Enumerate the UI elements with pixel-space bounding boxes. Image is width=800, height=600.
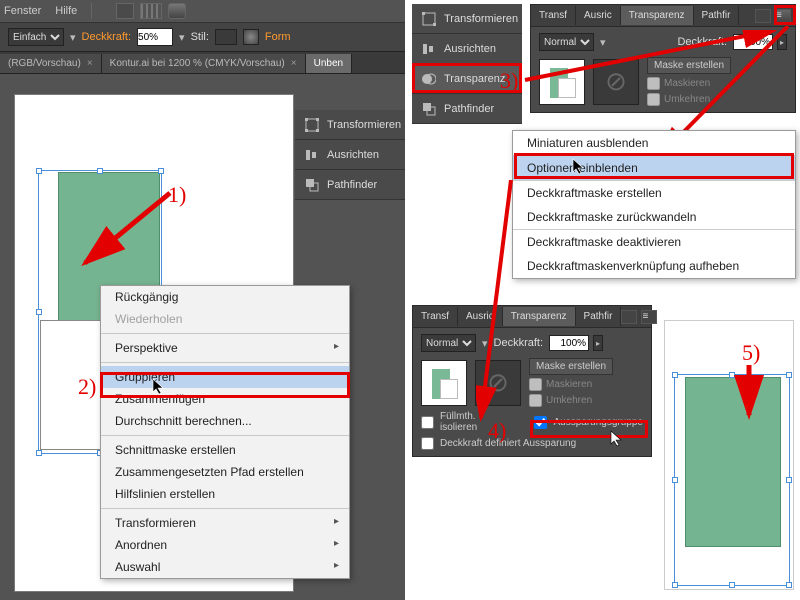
knockout-group-checkbox[interactable]: [534, 416, 547, 429]
panel-tab-align[interactable]: Ausrichten: [295, 140, 405, 170]
panel-tab-align-r[interactable]: Ausrichten: [412, 34, 522, 64]
tab-transf[interactable]: Transf: [413, 307, 458, 326]
flyout-release-mask[interactable]: Deckkraftmaske zurückwandeln: [513, 205, 795, 230]
ctx-transform[interactable]: Transformieren: [101, 512, 349, 534]
ctx-join[interactable]: Zusammenfügen: [101, 388, 349, 410]
doc-tab-unbenannt[interactable]: Unben: [306, 54, 352, 73]
ctx-redo: Wiederholen: [101, 308, 349, 330]
flyout-unlink-mask[interactable]: Deckkraftmaskenverknüpfung aufheben: [513, 254, 795, 278]
opacity-flyout-icon[interactable]: ▸: [593, 335, 603, 351]
pathfinder-icon: [422, 102, 436, 116]
toolbar-icon-2[interactable]: [140, 3, 162, 19]
flyout-make-mask[interactable]: Deckkraftmaske erstellen: [513, 181, 795, 205]
doc-tab-kontur[interactable]: Kontur.ai bei 1200 % (CMYK/Vorschau)×: [102, 54, 306, 73]
menu-window[interactable]: Fenster: [4, 5, 41, 17]
opacity-defines-knockout-checkbox[interactable]: [421, 437, 434, 450]
panel-flyout-menu: Miniaturen ausblenden Optionen einblende…: [512, 130, 796, 279]
opacity-label: Deckkraft:: [494, 337, 544, 349]
align-icon: [422, 42, 436, 56]
make-mask-button[interactable]: Maske erstellen: [647, 57, 731, 74]
transparency-icon: [422, 72, 436, 86]
invert-checkbox: [647, 93, 660, 106]
isolate-blending-checkbox[interactable]: [421, 416, 434, 429]
menubar-iconbar: [116, 3, 186, 19]
ctx-clipping-mask[interactable]: Schnittmaske erstellen: [101, 439, 349, 461]
annotation-4: 4): [488, 418, 506, 444]
ctx-select[interactable]: Auswahl: [101, 556, 349, 578]
ctx-make-guides[interactable]: Hilfslinien erstellen: [101, 483, 349, 505]
context-menu: Rückgängig Wiederholen Perspektive Grupp…: [100, 285, 350, 579]
document-tabstrip: (RGB/Vorschau)× Kontur.ai bei 1200 % (CM…: [0, 52, 405, 74]
transform-icon: [422, 12, 436, 26]
annotation-3: 3): [500, 68, 518, 94]
clip-checkbox: [647, 77, 660, 90]
style-label: Stil:: [191, 31, 209, 43]
annotation-2: 2): [78, 374, 96, 400]
opacity-flyout-icon[interactable]: ▸: [777, 34, 787, 50]
form-label[interactable]: Form: [265, 31, 291, 43]
doc-tab-rgb[interactable]: (RGB/Vorschau)×: [0, 54, 102, 73]
transparency-panel-top: Transf Ausric Transparenz Pathfir ≡ Norm…: [530, 4, 796, 113]
invert-checkbox: [529, 394, 542, 407]
ctx-average[interactable]: Durchschnitt berechnen...: [101, 410, 349, 432]
opacity-input[interactable]: [549, 335, 589, 351]
panel-menu-icon[interactable]: ≡: [775, 9, 791, 23]
clip-checkbox: [529, 378, 542, 391]
tab-transf[interactable]: Transf: [531, 6, 576, 25]
mask-thumbnail[interactable]: ⊘: [475, 360, 521, 406]
panel-icon-column: Transformieren Ausrichten Transparenz Pa…: [412, 4, 522, 124]
opacity-input[interactable]: [137, 28, 173, 46]
tab-transparenz[interactable]: Transparenz: [503, 307, 576, 326]
stroke-profile-select[interactable]: Einfach: [8, 28, 64, 46]
style-swatch[interactable]: [215, 29, 237, 45]
control-bar: Einfach ▾ Deckkraft: ▾ Stil: Form: [0, 22, 405, 52]
mask-thumbnail[interactable]: ⊘: [593, 59, 639, 105]
panel-tab-transform[interactable]: Transformieren: [295, 110, 405, 140]
opacity-label: Deckkraft:: [82, 31, 132, 43]
toolbar-icon-3[interactable]: [168, 3, 186, 19]
flyout-disable-mask[interactable]: Deckkraftmaske deaktivieren: [513, 230, 795, 254]
panel-tab-pathfinder-r[interactable]: Pathfinder: [412, 94, 522, 124]
annotation-5: 5): [742, 340, 760, 366]
collapsed-panel-dock: Transformieren Ausrichten Pathfinder: [295, 110, 405, 200]
tab-ausric[interactable]: Ausric: [458, 307, 503, 326]
pathfinder-icon: [305, 178, 319, 192]
make-mask-button[interactable]: Maske erstellen: [529, 358, 613, 375]
tab-transparenz[interactable]: Transparenz: [621, 6, 694, 25]
ctx-compound-path[interactable]: Zusammengesetzten Pfad erstellen: [101, 461, 349, 483]
annotation-1: 1): [168, 182, 186, 208]
object-thumbnail[interactable]: [539, 59, 585, 105]
object-thumbnail[interactable]: [421, 360, 467, 406]
transform-icon: [305, 118, 319, 132]
panel-collapse-icon[interactable]: [621, 310, 637, 324]
close-icon[interactable]: ×: [291, 58, 297, 69]
style-icon[interactable]: [243, 29, 259, 45]
tab-ausric[interactable]: Ausric: [576, 6, 621, 25]
close-icon[interactable]: ×: [87, 58, 93, 69]
ctx-arrange[interactable]: Anordnen: [101, 534, 349, 556]
left-app-region: Fenster Hilfe Einfach ▾ Deckkraft: ▾ Sti…: [0, 0, 405, 600]
panel-collapse-icon[interactable]: [755, 9, 771, 23]
align-icon: [305, 148, 319, 162]
blend-mode-select[interactable]: Normal: [421, 334, 476, 352]
flyout-hide-thumbs[interactable]: Miniaturen ausblenden: [513, 131, 795, 156]
result-selection-bounds: [674, 374, 790, 586]
opacity-label: Deckkraft:: [677, 36, 727, 48]
panel-tab-pathfinder[interactable]: Pathfinder: [295, 170, 405, 200]
tab-pathfinder[interactable]: Pathfir: [576, 307, 622, 326]
ctx-group[interactable]: Gruppieren: [101, 366, 349, 388]
transparency-panel-expanded: Transf Ausric Transparenz Pathfir ≡ Norm…: [412, 305, 652, 457]
opacity-input[interactable]: [733, 34, 773, 50]
flyout-show-options[interactable]: Optionen einblenden: [513, 156, 795, 181]
ctx-undo[interactable]: Rückgängig: [101, 286, 349, 308]
tab-pathfinder[interactable]: Pathfir: [694, 6, 740, 25]
menubar: Fenster Hilfe: [0, 0, 405, 22]
ctx-perspective[interactable]: Perspektive: [101, 337, 349, 359]
panel-menu-icon[interactable]: ≡: [641, 310, 657, 324]
menu-help[interactable]: Hilfe: [55, 5, 77, 17]
toolbar-icon-1[interactable]: [116, 3, 134, 19]
blend-mode-select[interactable]: Normal: [539, 33, 594, 51]
panel-tab-transform-r[interactable]: Transformieren: [412, 4, 522, 34]
